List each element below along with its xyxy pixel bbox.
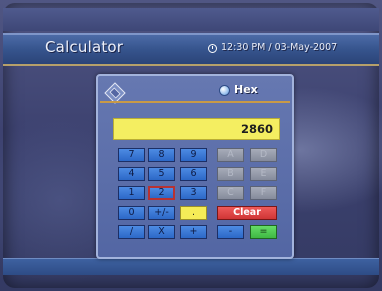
key-2[interactable]: 2 — [148, 186, 175, 200]
key-8[interactable]: 8 — [148, 148, 175, 162]
key-3[interactable]: 3 — [180, 186, 207, 200]
display-value: 2860 — [240, 122, 273, 136]
key-5[interactable]: 5 — [148, 167, 175, 181]
key-sign[interactable]: +/- — [148, 206, 175, 220]
datetime: 12:30 PM / 03-May-2007 — [221, 42, 337, 53]
bottom-band — [3, 258, 379, 275]
mode-label: Hex — [234, 83, 258, 96]
key-B[interactable]: B — [217, 167, 244, 181]
key-6[interactable]: 6 — [180, 167, 207, 181]
top-band — [3, 8, 379, 31]
key-equals[interactable]: = — [250, 225, 277, 239]
key-0[interactable]: 0 — [118, 206, 145, 220]
key-multiply[interactable]: X — [148, 225, 175, 239]
calculator-panel: Hex 2860 7 8 9 A D 4 5 6 B E 1 2 3 C F 0… — [96, 74, 294, 259]
key-add[interactable]: + — [180, 225, 207, 239]
key-subtract[interactable]: - — [217, 225, 244, 239]
date-text: 03-May-2007 — [274, 42, 338, 53]
key-F[interactable]: F — [250, 186, 277, 200]
key-1[interactable]: 1 — [118, 186, 145, 200]
key-E[interactable]: E — [250, 167, 277, 181]
title-bar: Calculator 12:30 PM / 03-May-2007 — [3, 33, 379, 66]
clear-button[interactable]: Clear — [217, 206, 277, 220]
key-decimal[interactable]: . — [180, 206, 207, 220]
date-separator: / — [268, 42, 272, 53]
key-D[interactable]: D — [250, 148, 277, 162]
key-A[interactable]: A — [217, 148, 244, 162]
calculator-display: 2860 — [113, 118, 280, 140]
key-divide[interactable]: / — [118, 225, 145, 239]
clock-icon — [208, 44, 217, 53]
key-9[interactable]: 9 — [180, 148, 207, 162]
key-7[interactable]: 7 — [118, 148, 145, 162]
panel-divider — [100, 101, 290, 103]
key-4[interactable]: 4 — [118, 167, 145, 181]
page-title: Calculator — [45, 38, 124, 56]
time-text: 12:30 PM — [221, 42, 266, 53]
key-C[interactable]: C — [217, 186, 244, 200]
radio-selected-icon[interactable] — [219, 85, 230, 96]
